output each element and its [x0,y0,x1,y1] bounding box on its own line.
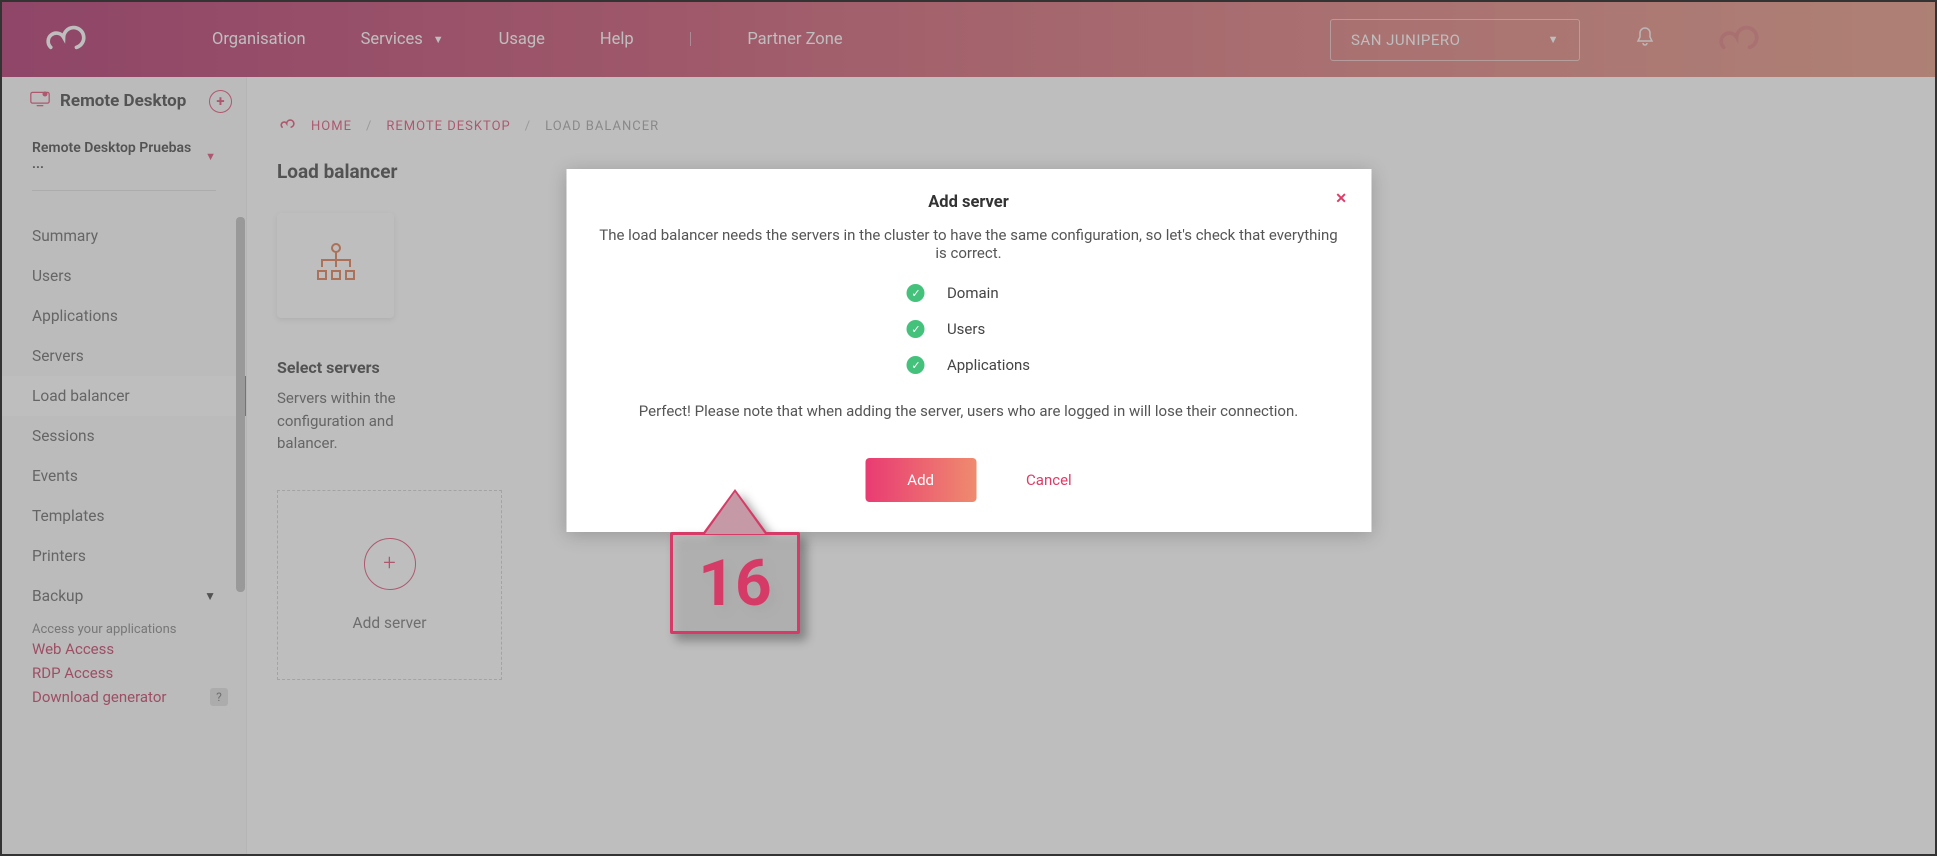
modal-subtitle: The load balancer needs the servers in t… [596,226,1341,262]
check-label: Applications [947,356,1030,374]
check-item-domain: ✓ Domain [907,284,999,302]
add-server-modal: ✕ Add server The load balancer needs the… [566,169,1371,532]
add-button[interactable]: Add [865,458,976,502]
annotation-number: 16 [670,532,800,634]
annotation-callout: 16 [670,492,800,634]
check-icon: ✓ [907,284,925,302]
check-icon: ✓ [907,320,925,338]
check-label: Users [947,320,985,338]
cancel-button[interactable]: Cancel [1026,471,1072,489]
close-icon[interactable]: ✕ [1335,191,1347,207]
check-item-users: ✓ Users [907,320,985,338]
modal-title: Add server [596,193,1341,212]
check-icon: ✓ [907,356,925,374]
check-list: ✓ Domain ✓ Users ✓ Applications [907,284,1030,374]
modal-note: Perfect! Please note that when adding th… [596,402,1341,420]
check-item-applications: ✓ Applications [907,356,1030,374]
check-label: Domain [947,284,999,302]
